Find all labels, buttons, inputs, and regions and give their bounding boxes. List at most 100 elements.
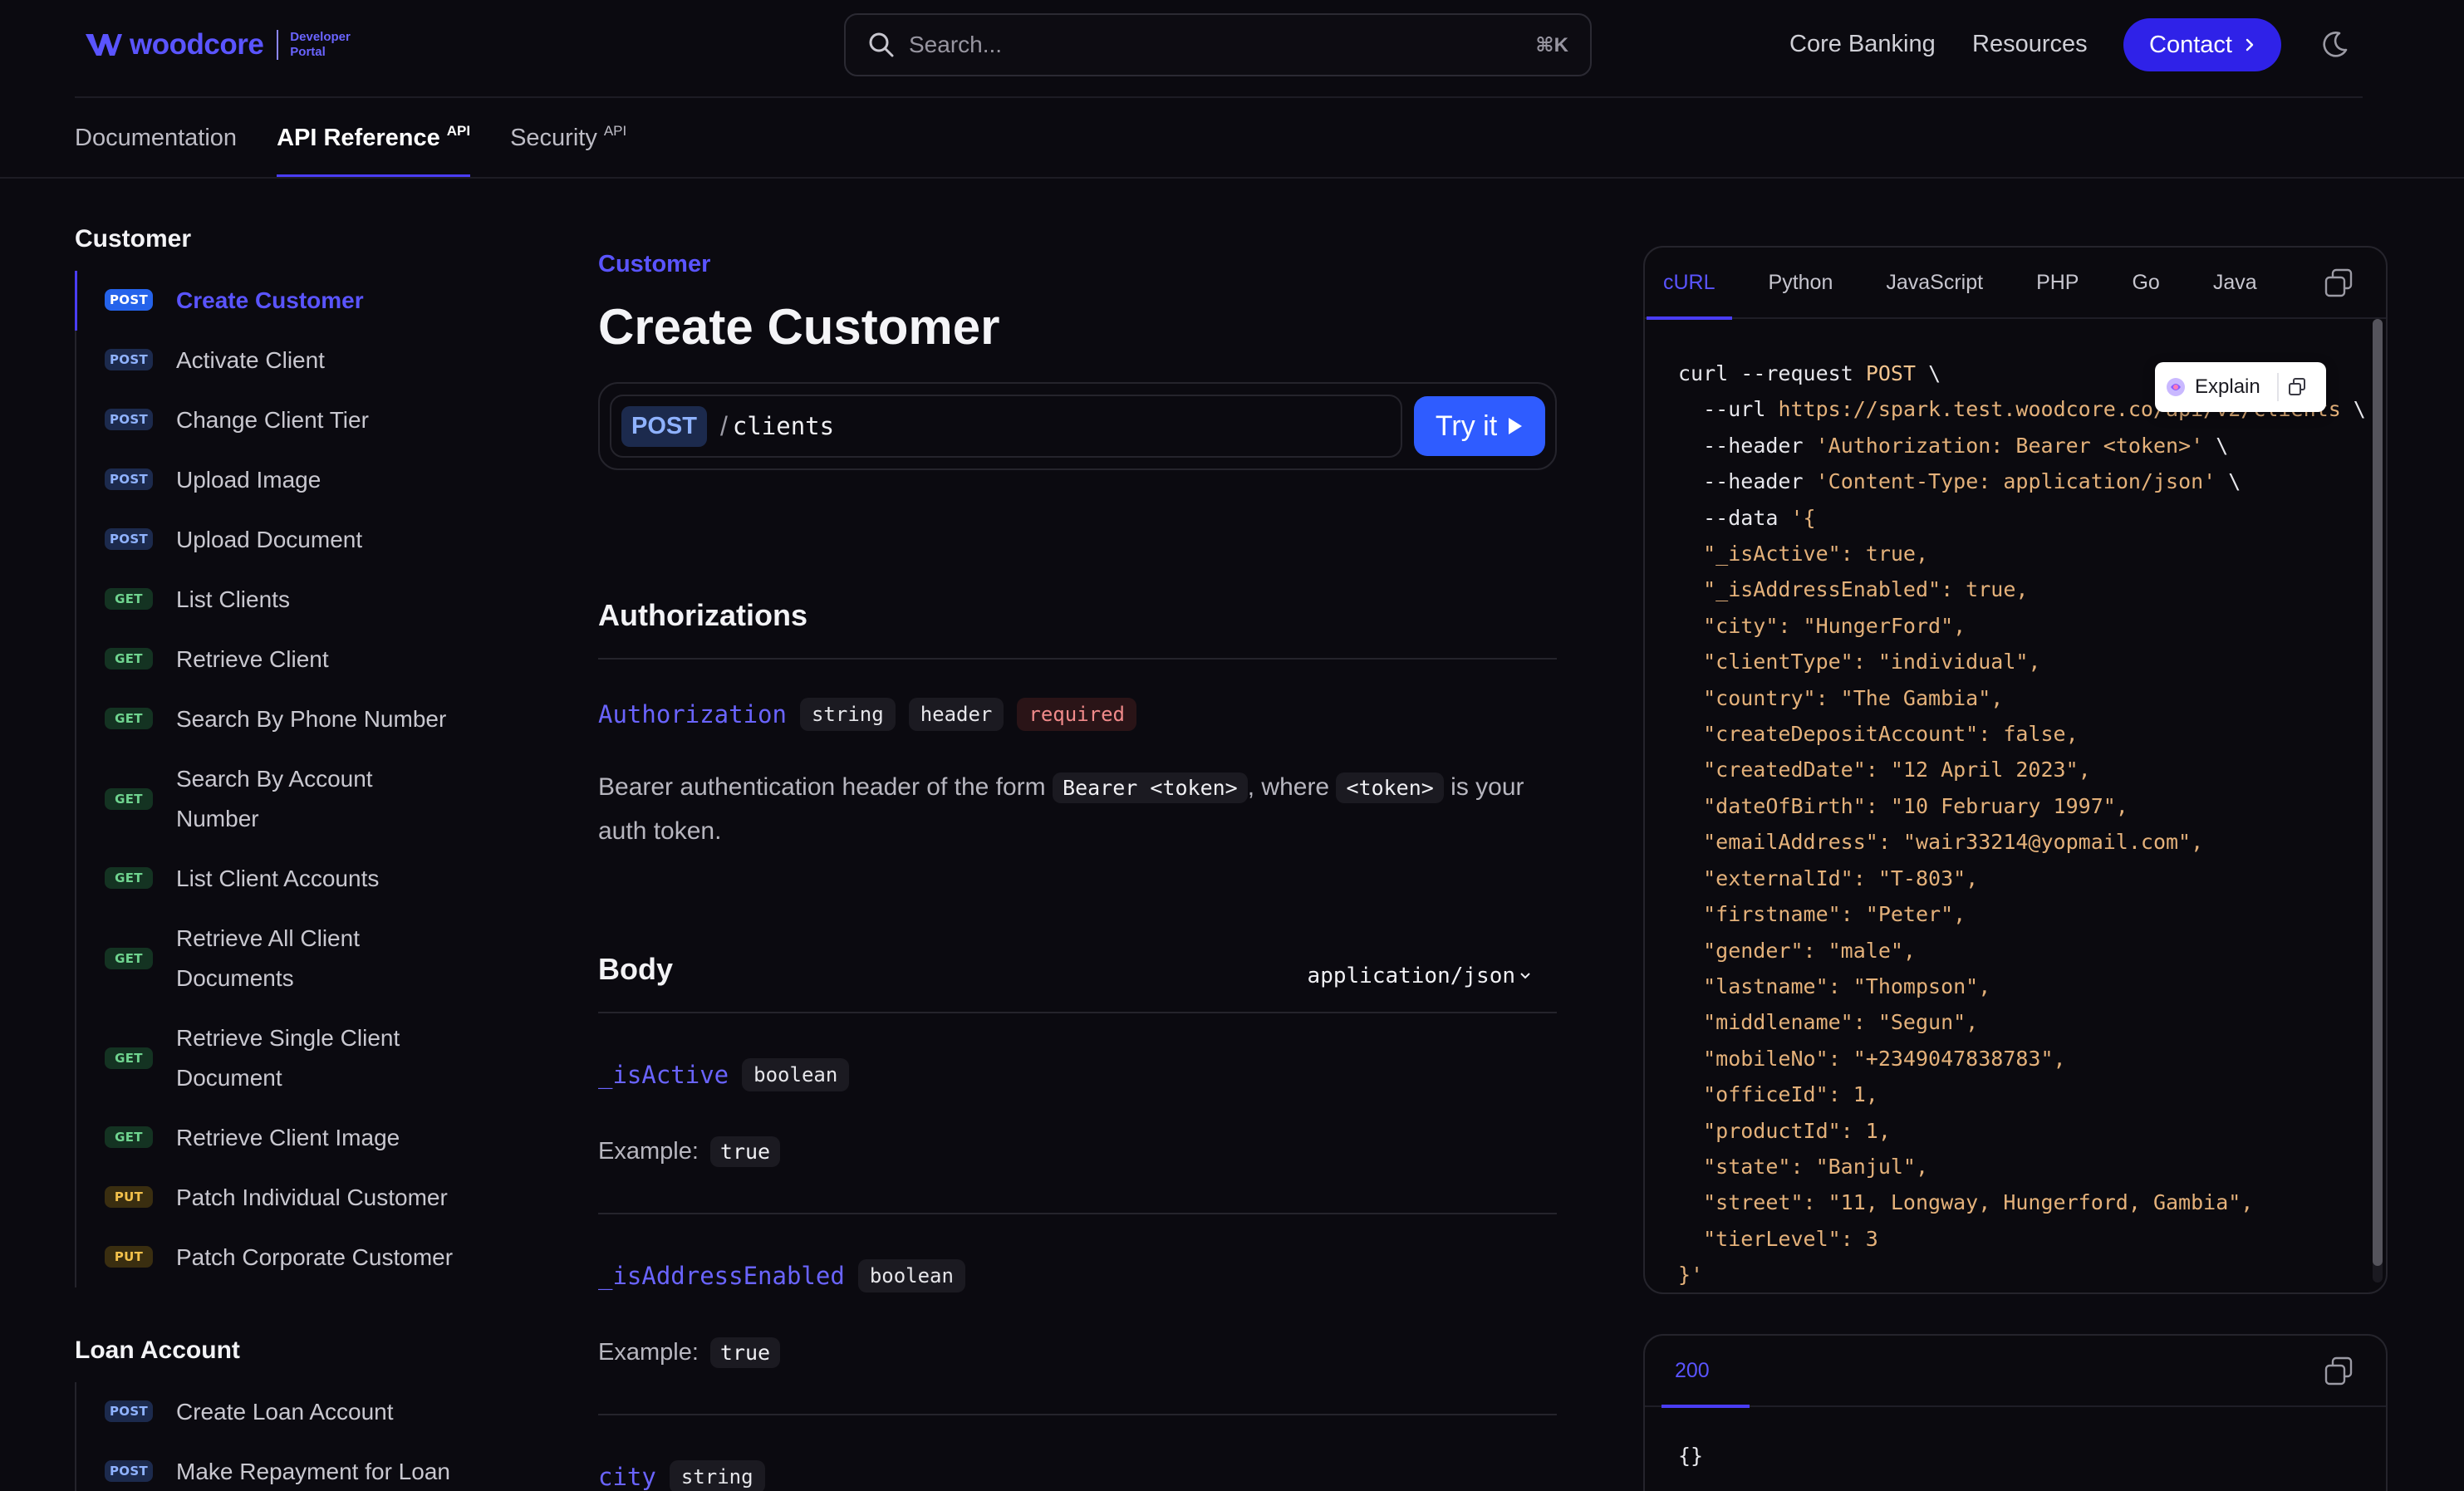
sidebar-item-upload-image[interactable]: POST Upload Image: [76, 450, 507, 510]
logo-sub-line2: Portal: [290, 45, 326, 59]
method-badge: POST: [105, 1460, 153, 1482]
sidebar-item-label: Search By Phone Number: [176, 706, 447, 732]
sidebar-item-list-clients[interactable]: GET List Clients: [76, 570, 507, 630]
nav-core-banking[interactable]: Core Banking: [1789, 15, 1936, 73]
breadcrumb-group: Customer: [598, 250, 711, 277]
tab-sup: API: [603, 123, 627, 139]
tab-php[interactable]: PHP: [2036, 248, 2079, 318]
param-example: Example: true: [598, 1337, 781, 1368]
copy-icon[interactable]: [2323, 267, 2354, 299]
sidebar-item-patch-individual[interactable]: PUT Patch Individual Customer: [76, 1168, 507, 1228]
sidebar-item-label: List Client Accounts: [176, 866, 380, 891]
tab-python[interactable]: Python: [1769, 248, 1833, 318]
explain-label: Explain: [2195, 375, 2260, 398]
search-shortcut: ⌘K: [1535, 33, 1568, 56]
sidebar-item-upload-document[interactable]: POST Upload Document: [76, 510, 507, 570]
inline-code: <token>: [1336, 772, 1444, 803]
sidebar-item-label: Create Loan Account: [176, 1399, 394, 1425]
method-badge: POST: [105, 468, 153, 490]
logo-subtitle: Developer Portal: [290, 30, 351, 60]
authorization-description: Bearer authentication header of the form…: [598, 766, 1557, 853]
sidebar: Customer POST Create Customer POST Activ…: [75, 216, 507, 1491]
endpoint-path-box[interactable]: POST / clients: [610, 395, 1402, 458]
sidebar-item-change-client-tier[interactable]: POST Change Client Tier: [76, 390, 507, 450]
method-badge: GET: [105, 708, 153, 729]
chevron-right-icon: [2246, 38, 2254, 51]
sidebar-item-label: List Clients: [176, 586, 290, 612]
example-label: Example:: [598, 1138, 699, 1165]
tabs-divider: [0, 177, 2464, 179]
tab-label: Documentation: [75, 124, 238, 151]
search-input[interactable]: Search... ⌘K: [844, 13, 1592, 76]
tab-documentation[interactable]: Documentation: [75, 98, 237, 178]
sidebar-item-retrieve-single-document[interactable]: GET Retrieve Single Client Document: [76, 1008, 507, 1108]
tab-javascript[interactable]: JavaScript: [1886, 248, 1983, 318]
sidebar-item-retrieve-client[interactable]: GET Retrieve Client: [76, 630, 507, 689]
sidebar-item-create-customer[interactable]: POST Create Customer: [75, 271, 507, 331]
tab-api-reference[interactable]: API Reference API: [277, 98, 471, 178]
logo[interactable]: woodcore Developer Portal: [85, 25, 351, 65]
code-token: --header: [1703, 469, 1804, 494]
param-name[interactable]: city: [598, 1463, 656, 1491]
sidebar-item-activate-client[interactable]: POST Activate Client: [76, 331, 507, 390]
code-token: --data: [1703, 505, 1779, 530]
sidebar-item-search-by-account[interactable]: GET Search By Account Number: [76, 749, 507, 849]
tab-response-200[interactable]: 200: [1661, 1336, 1750, 1408]
sidebar-item-label: Patch Corporate Customer: [176, 1244, 454, 1270]
main-content: Customer Create Customer POST / clients …: [598, 241, 1557, 1491]
param-type-badge: boolean: [742, 1058, 850, 1091]
tab-label: API Reference: [277, 124, 440, 151]
sidebar-item-retrieve-client-image[interactable]: GET Retrieve Client Image: [76, 1108, 507, 1168]
param-name[interactable]: _isAddressEnabled: [598, 1262, 845, 1290]
sidebar-item-search-by-phone[interactable]: GET Search By Phone Number: [76, 689, 507, 749]
explain-popup[interactable]: Explain: [2155, 362, 2326, 412]
sidebar-item-list-client-accounts[interactable]: GET List Client Accounts: [76, 849, 507, 909]
example-value: true: [709, 1136, 781, 1167]
method-badge: GET: [105, 1047, 153, 1069]
param-name[interactable]: Authorization: [598, 700, 787, 728]
contact-button[interactable]: Contact: [2123, 18, 2281, 71]
page-title: Create Customer: [598, 299, 1000, 355]
code-scrollbar[interactable]: [2373, 319, 2383, 1283]
code-token: 'Content-Type: application/json': [1815, 469, 2216, 494]
scrollbar-thumb[interactable]: [2373, 319, 2383, 1266]
param-isactive: _isActive boolean: [598, 1058, 850, 1091]
nav-resources[interactable]: Resources: [1972, 15, 2088, 73]
content-type-select[interactable]: application/json: [1308, 964, 1532, 988]
tab-go[interactable]: Go: [2132, 248, 2159, 318]
section-divider: [598, 1012, 1557, 1013]
explain-divider: [2276, 373, 2279, 401]
param-divider: [598, 1213, 1557, 1214]
tab-curl[interactable]: cURL: [1647, 248, 1731, 320]
sidebar-item-label: Retrieve Client Image: [176, 1125, 400, 1150]
sidebar-item-label: Patch Individual Customer: [176, 1184, 448, 1210]
sidebar-item-create-loan-account[interactable]: POST Create Loan Account: [76, 1382, 507, 1442]
param-divider: [598, 1414, 1557, 1415]
top-header: woodcore Developer Portal Search... ⌘K C…: [0, 0, 2464, 93]
param-name[interactable]: _isActive: [598, 1061, 729, 1089]
sidebar-item-retrieve-all-documents[interactable]: GET Retrieve All Client Documents: [76, 909, 507, 1008]
tab-sup: API: [446, 123, 471, 139]
param-required-badge: required: [1017, 698, 1136, 731]
code-block[interactable]: curl --request POST \ --url https://spar…: [1678, 356, 2366, 1292]
method-badge: GET: [105, 588, 153, 610]
endpoint-slash: /: [719, 410, 728, 441]
example-label: Example:: [598, 1339, 699, 1366]
method-badge: POST: [105, 528, 153, 550]
response-tabs: 200: [1645, 1336, 2386, 1408]
try-it-button[interactable]: Try it: [1414, 396, 1545, 456]
sidebar-list-customer: POST Create Customer POST Activate Clien…: [75, 271, 507, 1287]
sidebar-item-make-repayment[interactable]: POST Make Repayment for Loan: [76, 1442, 507, 1491]
method-badge: PUT: [105, 1186, 153, 1208]
moon-icon[interactable]: [2318, 28, 2351, 61]
tab-java[interactable]: Java: [2213, 248, 2257, 318]
sidebar-group-customer: Customer: [75, 225, 192, 253]
method-badge: POST: [105, 409, 153, 430]
response-body: {}: [1678, 1444, 1704, 1468]
copy-icon[interactable]: [2323, 1356, 2354, 1387]
tab-security[interactable]: Security API: [510, 98, 626, 178]
sidebar-item-label: Activate Client: [176, 347, 325, 373]
copy-icon[interactable]: [2287, 377, 2307, 397]
sidebar-item-patch-corporate[interactable]: PUT Patch Corporate Customer: [76, 1228, 507, 1287]
param-city: city string: [598, 1460, 765, 1491]
